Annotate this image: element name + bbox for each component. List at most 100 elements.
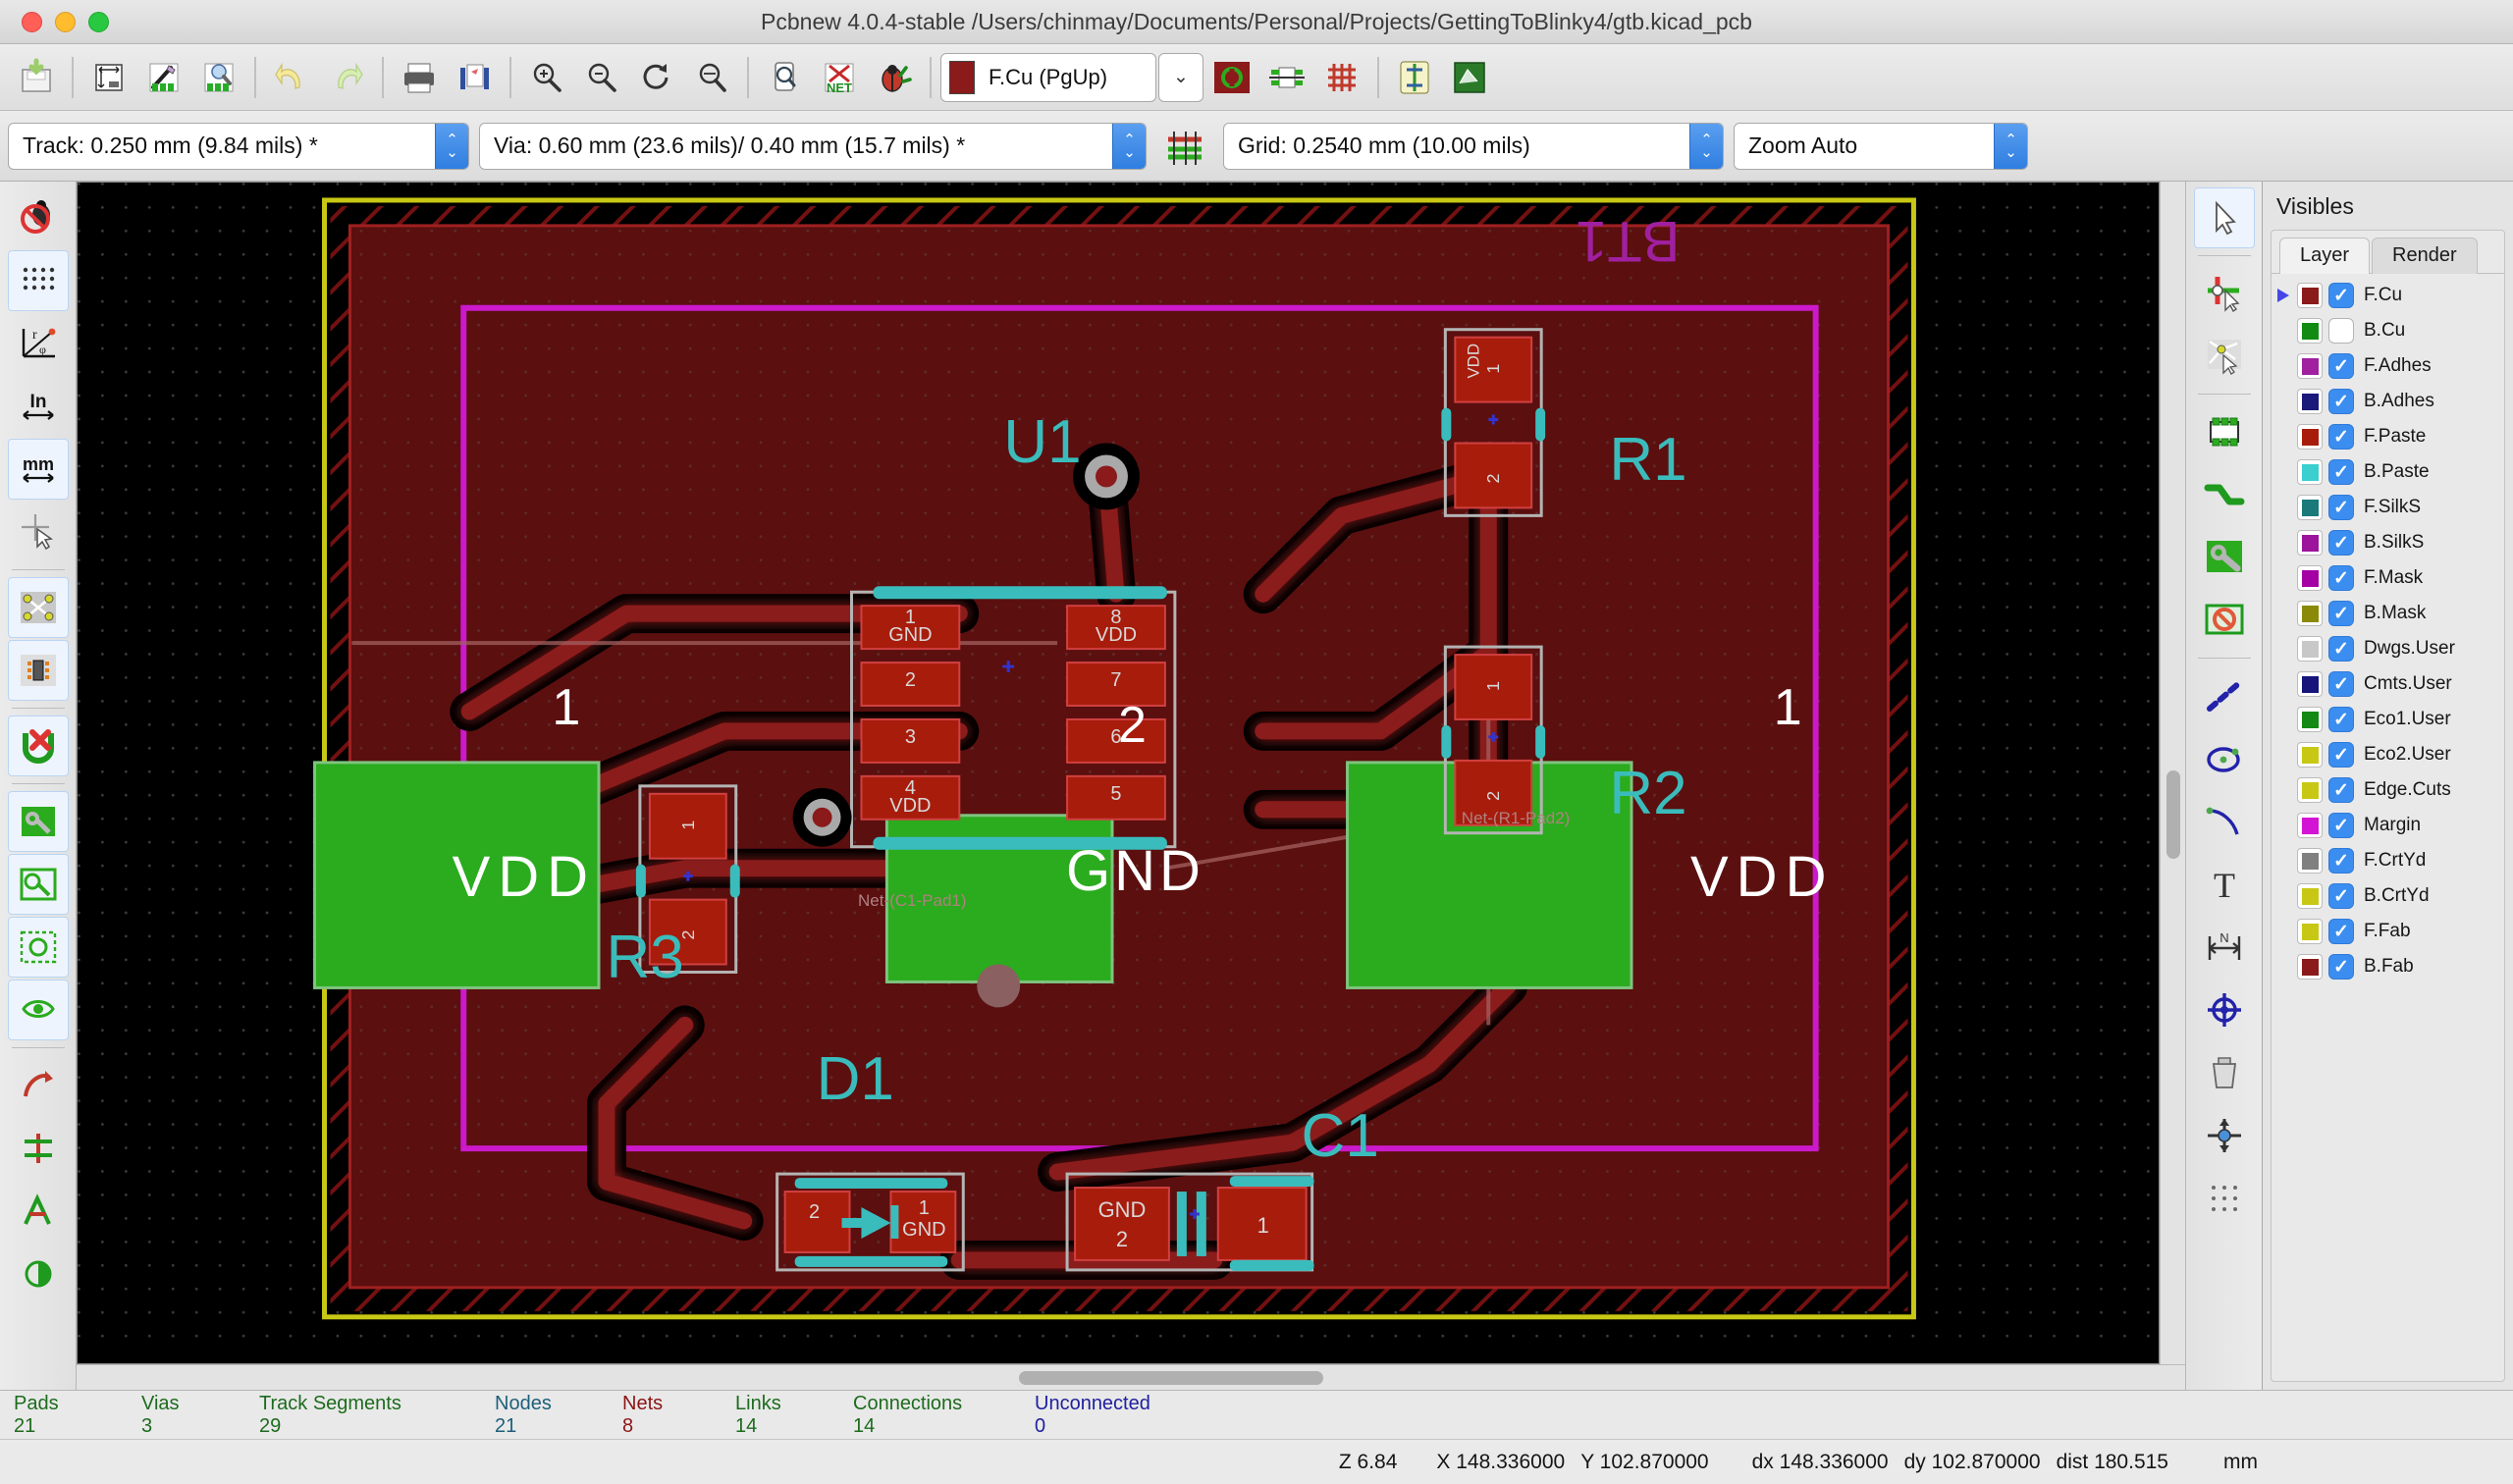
zone-filled-icon[interactable] (7, 791, 69, 852)
layer-color-swatch[interactable] (2297, 742, 2323, 768)
layer-color-swatch[interactable] (2297, 813, 2323, 838)
layer-color-swatch[interactable] (2297, 283, 2323, 308)
grid-origin-icon[interactable] (2194, 1168, 2255, 1229)
zoom-fit-icon[interactable] (685, 51, 738, 104)
layer-visibility-checkbox[interactable] (2328, 742, 2354, 768)
active-layer-dropdown-arrow[interactable]: ⌄ (1158, 52, 1203, 102)
layer-row[interactable]: F.CrtYd (2272, 843, 2504, 878)
layer-visibility-checkbox[interactable] (2328, 954, 2354, 980)
layer-visibility-checkbox[interactable] (2328, 318, 2354, 344)
layer-visibility-checkbox[interactable] (2328, 636, 2354, 662)
layer-color-swatch[interactable] (2297, 601, 2323, 626)
layer-row[interactable]: B.Adhes (2272, 384, 2504, 419)
find-icon[interactable] (758, 51, 811, 104)
layer-row[interactable]: B.Fab (2272, 949, 2504, 984)
layer-row[interactable]: Margin (2272, 808, 2504, 843)
layer-visibility-checkbox[interactable] (2328, 495, 2354, 520)
layer-visibility-checkbox[interactable] (2328, 883, 2354, 909)
minimize-button[interactable] (55, 11, 76, 32)
plot-icon[interactable] (448, 51, 501, 104)
page-settings-icon[interactable] (82, 51, 135, 104)
layer-color-swatch[interactable] (2297, 424, 2323, 450)
layer-color-swatch[interactable] (2297, 565, 2323, 591)
canvas-vertical-scrollbar[interactable] (2160, 182, 2185, 1364)
add-dimension-icon[interactable]: N (2194, 917, 2255, 978)
layer-visibility-checkbox[interactable] (2328, 601, 2354, 626)
layer-color-swatch[interactable] (2297, 636, 2323, 662)
layer-visibility-checkbox[interactable] (2328, 671, 2354, 697)
layer-row[interactable]: B.CrtYd (2272, 878, 2504, 914)
redo-icon[interactable] (320, 51, 373, 104)
local-ratsnest-icon[interactable] (2194, 326, 2255, 387)
layer-visibility-checkbox[interactable] (2328, 389, 2354, 414)
grid-selector[interactable]: Grid: 0.2540 mm (10.00 mils) ⌃ ⌄ (1223, 122, 1724, 170)
layer-row[interactable]: F.SilkS (2272, 490, 2504, 525)
layer-visibility-checkbox[interactable] (2328, 777, 2354, 803)
active-layer-selector[interactable]: F.Cu (PgUp) (940, 52, 1156, 102)
layer-row[interactable]: F.Fab (2272, 914, 2504, 949)
tracks-sketch-icon[interactable] (8, 1118, 69, 1179)
grid-toggle-icon[interactable] (1315, 51, 1368, 104)
layer-visibility-checkbox[interactable] (2328, 707, 2354, 732)
layer-visibility-checkbox[interactable] (2328, 848, 2354, 874)
netlist-icon[interactable]: NET (813, 51, 866, 104)
high-contrast-icon[interactable] (8, 1244, 69, 1304)
layer-row[interactable]: F.Mask (2272, 560, 2504, 596)
highlight-net-icon[interactable] (2194, 263, 2255, 324)
delete-icon[interactable] (2194, 1042, 2255, 1103)
layer-color-swatch[interactable] (2297, 883, 2323, 909)
units-mm-icon[interactable]: mm (7, 439, 69, 500)
pcb-canvas[interactable]: 1 GND 2 3 4 VDD 8 VDD 7 6 5 1 VDD 2 1 2 … (77, 182, 2160, 1364)
set-origin-icon[interactable] (2194, 1105, 2255, 1166)
design-rules-icon[interactable] (1388, 51, 1441, 104)
add-text-icon[interactable]: T (2194, 854, 2255, 915)
layer-color-swatch[interactable] (2297, 353, 2323, 379)
show-ratsnest-icon[interactable] (7, 577, 69, 638)
layer-row[interactable]: Cmts.User (2272, 666, 2504, 702)
layer-visibility-checkbox[interactable] (2328, 283, 2354, 308)
zone-sketch-icon[interactable] (7, 917, 69, 978)
auto-delete-track-icon[interactable] (7, 716, 69, 776)
via-mode-icon[interactable] (1205, 51, 1258, 104)
layer-row[interactable]: B.Cu (2272, 313, 2504, 348)
layer-row[interactable]: Dwgs.User (2272, 631, 2504, 666)
layer-row[interactable]: B.Mask (2272, 596, 2504, 631)
add-via-icon[interactable] (2194, 527, 2255, 588)
add-track-icon[interactable] (2194, 464, 2255, 525)
tab-layer[interactable]: Layer (2279, 238, 2371, 274)
polar-coords-icon[interactable]: r φ (8, 313, 69, 374)
units-inches-icon[interactable]: In (8, 376, 69, 437)
show-ratsnest-icon[interactable] (1260, 51, 1313, 104)
tab-render[interactable]: Render (2372, 238, 2478, 274)
layer-row[interactable]: B.Paste (2272, 454, 2504, 490)
add-keepout-zone-icon[interactable] (2194, 590, 2255, 651)
zoom-redraw-icon[interactable] (630, 51, 683, 104)
auto-track-width-icon[interactable] (1156, 118, 1213, 175)
maximize-button[interactable] (88, 11, 109, 32)
layer-color-swatch[interactable] (2297, 919, 2323, 944)
layer-visibility-checkbox[interactable] (2328, 813, 2354, 838)
add-arc-icon[interactable] (2194, 791, 2255, 852)
add-line-icon[interactable] (2194, 665, 2255, 726)
vertical-scroll-thumb[interactable] (2166, 770, 2180, 859)
layer-color-swatch[interactable] (2297, 530, 2323, 556)
view-3d-icon[interactable] (1443, 51, 1496, 104)
drc-off-icon[interactable] (8, 187, 69, 248)
canvas-horizontal-scrollbar[interactable] (77, 1364, 2185, 1390)
cursor-shape-icon[interactable] (8, 502, 69, 562)
layer-row[interactable]: Eco1.User (2272, 702, 2504, 737)
pads-sketch-icon[interactable] (8, 1055, 69, 1116)
save-board-icon[interactable] (10, 51, 63, 104)
track-width-selector[interactable]: Track: 0.250 mm (9.84 mils) * ⌃ ⌄ (8, 122, 469, 170)
zoom-in-icon[interactable] (520, 51, 573, 104)
layer-visibility-checkbox[interactable] (2328, 919, 2354, 944)
drc-icon[interactable] (868, 51, 921, 104)
horizontal-scroll-thumb[interactable] (1019, 1371, 1323, 1385)
layer-color-swatch[interactable] (2297, 495, 2323, 520)
layer-visibility-checkbox[interactable] (2328, 353, 2354, 379)
add-circle-icon[interactable] (2194, 728, 2255, 789)
vias-sketch-icon[interactable] (8, 1181, 69, 1242)
grid-stepper[interactable]: ⌃ ⌄ (1689, 123, 1723, 169)
zoom-out-icon[interactable] (575, 51, 628, 104)
layer-color-swatch[interactable] (2297, 777, 2323, 803)
